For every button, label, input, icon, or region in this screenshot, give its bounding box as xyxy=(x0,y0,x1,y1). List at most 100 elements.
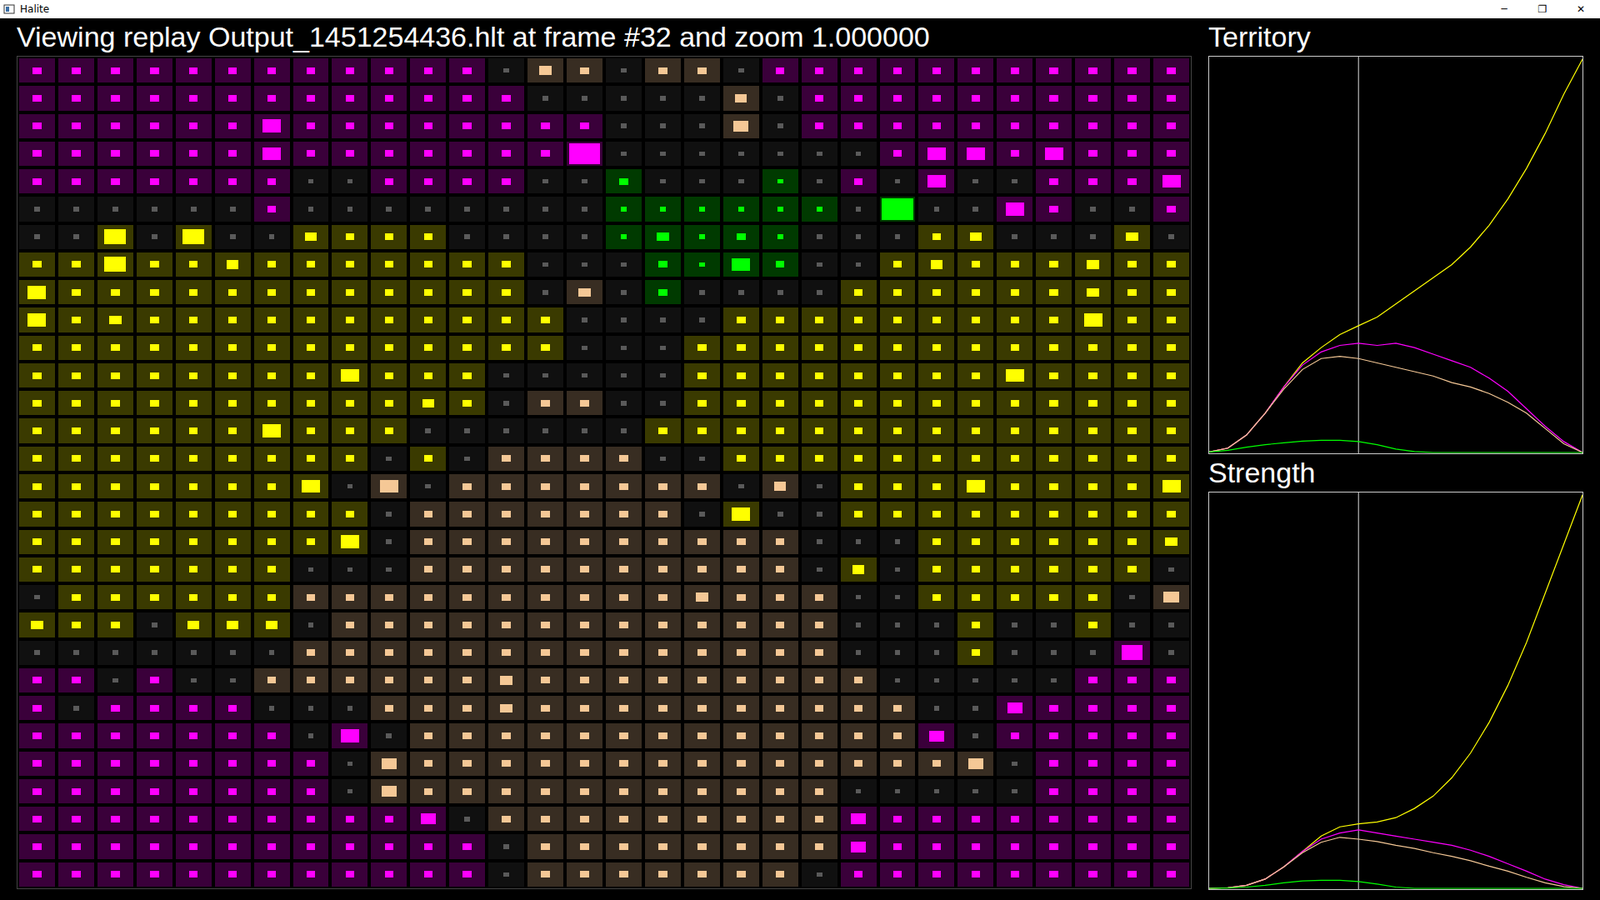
strength-dot xyxy=(1049,565,1059,573)
map-cell xyxy=(995,334,1035,362)
strength-dot xyxy=(189,565,199,573)
strength-dot xyxy=(855,206,862,212)
map-cell xyxy=(839,56,879,85)
strength-dot xyxy=(854,510,864,518)
map-cell xyxy=(916,56,956,85)
map-cell xyxy=(135,721,175,750)
strength-dot xyxy=(932,594,942,601)
map-cell xyxy=(916,639,956,667)
window-control-button[interactable]: ─ xyxy=(1485,0,1524,19)
strength-dot xyxy=(71,455,81,462)
window-control-button[interactable]: ✕ xyxy=(1561,0,1600,19)
map-cell xyxy=(1073,140,1113,168)
strength-dot xyxy=(736,400,746,407)
map-cell xyxy=(330,416,370,445)
map-cell xyxy=(486,112,526,140)
map-cell xyxy=(291,860,331,889)
strength-dot xyxy=(738,290,745,295)
strength-dot xyxy=(934,705,940,711)
strength-dot xyxy=(420,813,436,825)
strength-dot xyxy=(306,815,316,823)
strength-dot xyxy=(267,788,277,795)
map-cell xyxy=(330,639,370,667)
map-cell xyxy=(760,278,800,306)
strength-dot xyxy=(736,788,746,795)
strength-dot xyxy=(893,67,903,75)
strength-dot xyxy=(267,455,277,462)
strength-dot xyxy=(540,705,550,712)
strength-dot xyxy=(27,285,46,300)
strength-dot xyxy=(580,565,590,573)
map-cell xyxy=(369,250,409,279)
map-cell xyxy=(995,56,1035,85)
chart xyxy=(1208,55,1584,455)
strength-dot xyxy=(893,316,903,324)
strength-dot xyxy=(932,233,942,240)
map-cell xyxy=(1112,805,1152,833)
strength-dot xyxy=(775,538,785,545)
strength-dot xyxy=(228,732,238,740)
strength-dot xyxy=(816,872,823,878)
strength-dot xyxy=(424,594,434,601)
strength-dot xyxy=(71,150,81,157)
map-cell xyxy=(878,500,918,528)
strength-dot xyxy=(151,234,158,240)
strength-dot xyxy=(462,316,472,324)
map-cell xyxy=(604,416,644,445)
strength-dot xyxy=(385,621,395,629)
map-cell xyxy=(682,750,722,778)
map-cell xyxy=(135,666,175,695)
strength-dot xyxy=(699,317,705,323)
strength-dot xyxy=(620,290,627,295)
strength-dot xyxy=(500,675,512,685)
strength-dot xyxy=(971,122,981,130)
strength-dot xyxy=(150,510,160,518)
strength-dot xyxy=(267,815,277,823)
strength-dot xyxy=(1088,400,1098,407)
map-cell xyxy=(682,500,722,528)
map-cell xyxy=(95,305,135,334)
map-cell xyxy=(447,694,487,722)
map-cell xyxy=(878,250,918,279)
strength-dot xyxy=(501,178,511,185)
map-cell xyxy=(56,361,96,390)
map-cell xyxy=(95,860,135,889)
map-cell xyxy=(1151,805,1191,833)
map-cell xyxy=(995,167,1035,195)
map-cell xyxy=(174,56,214,85)
map-cell xyxy=(565,721,605,750)
map-cell xyxy=(1034,305,1074,334)
map-cell xyxy=(369,694,409,722)
game-map[interactable] xyxy=(16,55,1192,890)
strength-dot xyxy=(501,815,511,823)
map-cell xyxy=(1073,361,1113,390)
strength-dot xyxy=(619,732,629,740)
strength-dot xyxy=(462,122,472,130)
map-cell xyxy=(955,250,995,279)
map-cell xyxy=(1034,56,1074,85)
strength-dot xyxy=(971,565,981,573)
map-cell xyxy=(760,334,800,362)
map-cell xyxy=(682,195,722,223)
window-control-button[interactable]: ❐ xyxy=(1523,0,1562,19)
strength-dot xyxy=(385,456,392,462)
strength-dot xyxy=(1162,175,1181,189)
strength-dot xyxy=(345,510,355,518)
strength-dot xyxy=(32,95,42,102)
map-cell xyxy=(916,694,956,722)
map-cell xyxy=(995,84,1035,112)
map-cell xyxy=(486,694,526,722)
map-cell xyxy=(486,223,526,251)
strength-dot xyxy=(815,732,825,740)
strength-dot xyxy=(738,179,745,185)
strength-dot xyxy=(306,843,316,850)
map-cell xyxy=(174,805,214,833)
map-cell xyxy=(643,389,683,417)
map-cell xyxy=(1073,555,1113,584)
map-cell xyxy=(486,167,526,195)
strength-dot xyxy=(736,621,746,629)
map-cell xyxy=(330,528,370,556)
map-cell xyxy=(1112,583,1152,611)
map-cell xyxy=(1112,278,1152,306)
strength-dot xyxy=(620,206,627,212)
